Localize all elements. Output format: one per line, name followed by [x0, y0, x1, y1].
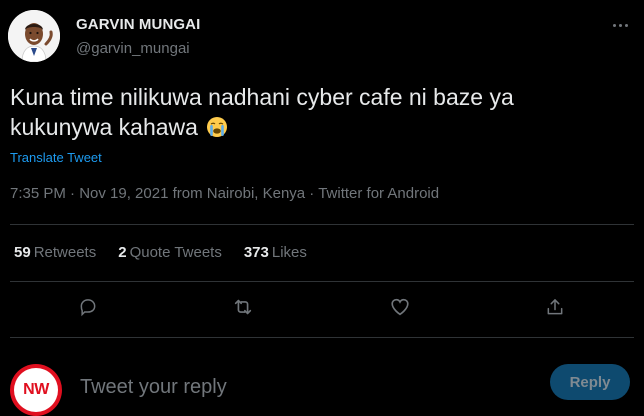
retweets-stat[interactable]: 59 Retweets	[14, 244, 96, 261]
quote-tweets-stat[interactable]: 2 Quote Tweets	[118, 244, 222, 261]
quote-tweets-label: Quote Tweets	[129, 244, 222, 261]
author-avatar-illustration	[8, 10, 60, 62]
tweet-text: Kuna time nilikuwa nadhani cyber cafe ni…	[10, 82, 610, 142]
retweets-count: 59	[14, 244, 31, 261]
reply-composer: NW Reply	[0, 350, 644, 416]
tweet-header: GARVIN MUNGAI @garvin_mungai	[8, 10, 636, 66]
tweet-text-content: Kuna time nilikuwa nadhani cyber cafe ni…	[10, 84, 514, 140]
like-icon[interactable]	[385, 292, 415, 322]
crying-face-emoji-icon	[206, 115, 228, 137]
author-name[interactable]: GARVIN MUNGAI	[76, 16, 200, 33]
retweet-icon[interactable]	[228, 292, 258, 322]
author-avatar[interactable]	[8, 10, 60, 62]
quote-tweets-count: 2	[118, 244, 127, 261]
reply-button[interactable]: Reply	[550, 364, 630, 400]
reply-icon[interactable]	[73, 292, 103, 322]
reply-input[interactable]	[78, 370, 522, 404]
tweet-meta[interactable]: 7:35 PM · Nov 19, 2021 from Nairobi, Ken…	[10, 185, 439, 202]
translate-tweet-link[interactable]: Translate Tweet	[10, 150, 102, 165]
likes-label: Likes	[271, 244, 307, 261]
tweet-detail: GARVIN MUNGAI @garvin_mungai Kuna time n…	[0, 0, 644, 416]
tweet-actions	[0, 292, 644, 322]
divider	[10, 281, 634, 282]
user-avatar-inner: NW	[14, 368, 58, 412]
divider	[10, 337, 634, 338]
likes-count: 373	[243, 244, 269, 261]
more-options-icon[interactable]	[608, 16, 632, 34]
author-handle[interactable]: @garvin_mungai	[76, 40, 190, 57]
tweet-stats: 59 Retweets 2 Quote Tweets 373 Likes	[14, 244, 307, 261]
user-avatar[interactable]: NW	[10, 364, 62, 416]
retweets-label: Retweets	[33, 244, 97, 261]
divider	[10, 224, 634, 225]
user-avatar-text: NW	[23, 381, 49, 398]
likes-stat[interactable]: 373 Likes	[244, 244, 307, 261]
share-icon[interactable]	[540, 292, 570, 322]
